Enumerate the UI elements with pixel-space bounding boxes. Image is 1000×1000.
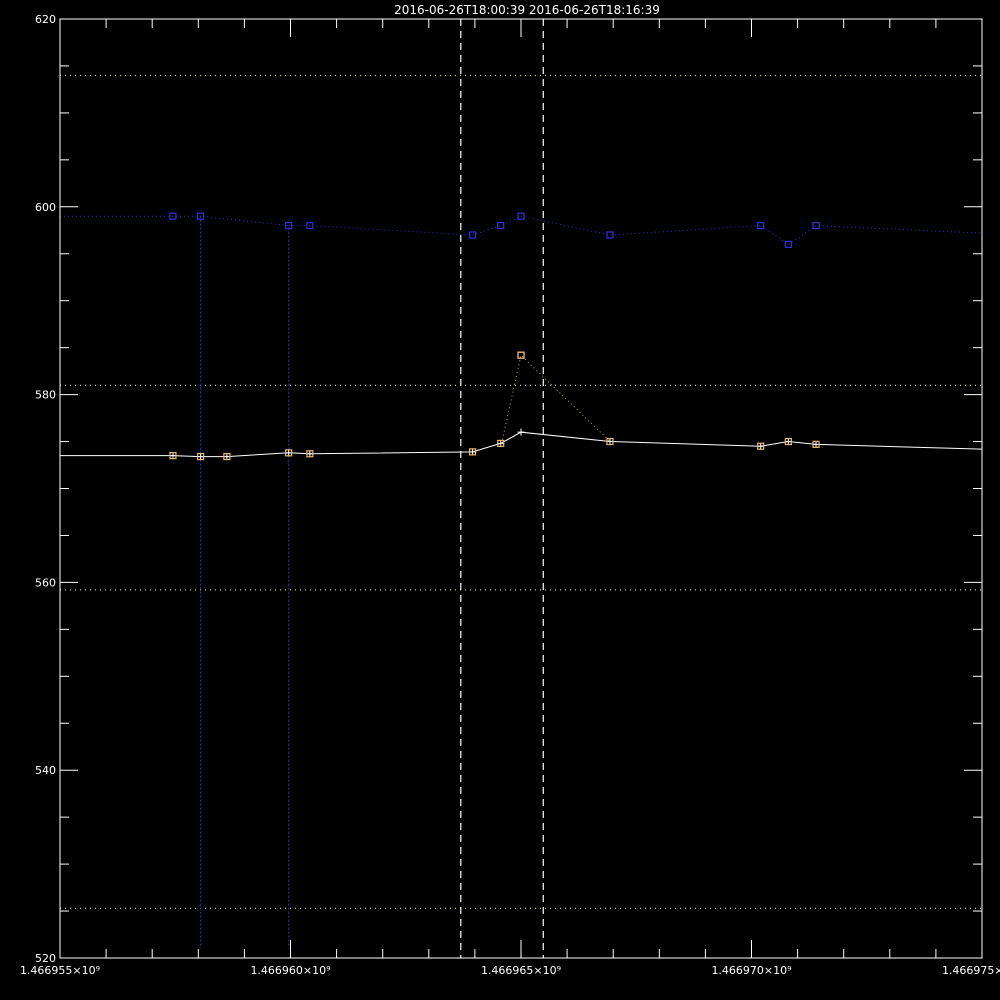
chart-title: 2016-06-26T18:00:39 2016-06-26T18:16:39 xyxy=(394,3,660,17)
series-0-point-8 xyxy=(306,221,314,230)
x-tick-label-0: 1.466955×10⁹ xyxy=(20,964,100,977)
series-2 xyxy=(60,428,983,461)
plot-frame xyxy=(59,18,983,959)
series-3 xyxy=(169,351,820,461)
y-tick-label-560: 560 xyxy=(35,576,56,589)
x-tick-label-4: 1.466975×10⁹ xyxy=(942,964,1000,977)
series-1 xyxy=(501,351,611,444)
y-tick-label-600: 600 xyxy=(35,201,56,214)
x-tick-label-1: 1.466960×10⁹ xyxy=(250,964,330,977)
series-2-point-8 xyxy=(517,428,525,436)
y-tick-label-620: 620 xyxy=(35,13,56,26)
y-tick-labels: 520540560580600620 xyxy=(35,13,56,965)
series-0-point-15 xyxy=(812,221,820,230)
series-1-line xyxy=(501,354,611,444)
series-0-point-10 xyxy=(497,221,505,230)
series-2-line xyxy=(60,431,983,458)
x-tick-label-2: 1.466965×10⁹ xyxy=(481,964,561,977)
horizontal-reference-lines xyxy=(60,74,982,909)
x-tick-label-3: 1.466970×10⁹ xyxy=(711,964,791,977)
series-0-point-14 xyxy=(784,240,792,248)
series-0 xyxy=(60,212,983,949)
axis-ticks xyxy=(59,18,983,959)
series-0-line xyxy=(60,215,983,949)
series-0-point-12 xyxy=(606,231,614,239)
data-series xyxy=(60,212,983,949)
y-tick-label-580: 580 xyxy=(35,389,56,402)
x-tick-labels: 1.466955×10⁹ 1.466960×10⁹ 1.466965×10⁹ 1.46… xyxy=(20,964,1000,977)
y-tick-label-540: 540 xyxy=(35,764,56,777)
plot-svg: 520540560580600620 1.466955×10⁹ 1.466960×… xyxy=(20,3,1000,977)
vertical-time-markers xyxy=(460,19,544,958)
